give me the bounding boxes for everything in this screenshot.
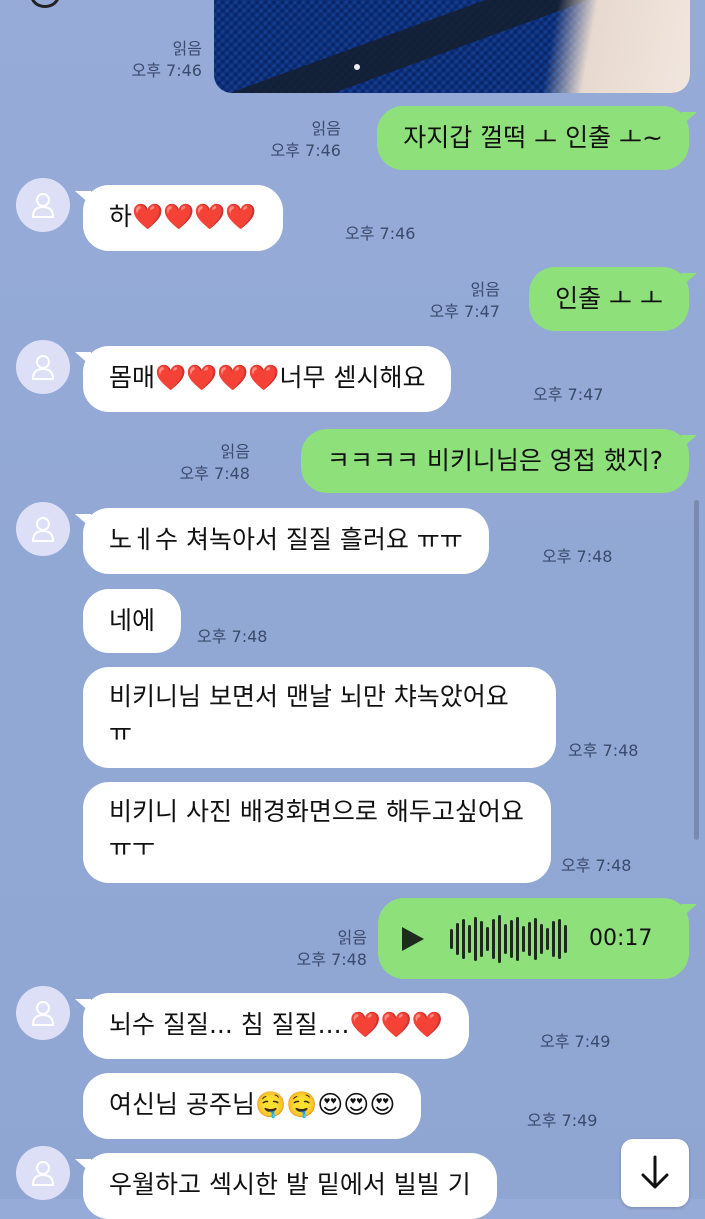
waveform-bar xyxy=(534,917,537,960)
waveform-bar xyxy=(522,925,525,952)
play-icon[interactable] xyxy=(402,926,424,951)
waveform-bar xyxy=(528,921,531,956)
scroll-to-bottom-button[interactable] xyxy=(621,1139,689,1207)
message-bubble-contact[interactable]: 여신님 공주님🤤🤤😍😍😍 xyxy=(83,1073,422,1139)
message-bubble-contact[interactable]: 네에 xyxy=(83,589,182,653)
waveform-bar xyxy=(480,920,483,957)
message-bubble-contact[interactable]: 노ㅔ수 쳐녹아서 질질 흘러요 ㅠㅠ xyxy=(75,508,489,574)
read-receipt: 읽음 xyxy=(470,280,500,299)
message-bubble-contact[interactable]: 하❤️❤️❤️❤️ xyxy=(75,185,283,251)
message-text: 여신님 공주님🤤🤤😍😍😍 xyxy=(109,1090,396,1119)
message-time: 오후 7:48 xyxy=(197,627,268,646)
waveform-bar xyxy=(462,918,465,959)
waveform-bar xyxy=(450,928,453,949)
message-text: 비키니 사진 배경화면으로 해두고싶어요 ㅠㅜ xyxy=(109,797,524,862)
message-text: 비키니님 보면서 맨날 뇌만 챠녹았어요 ㅠ xyxy=(109,682,509,747)
message-time: 오후 7:49 xyxy=(540,1032,611,1051)
person-icon xyxy=(31,193,55,218)
message-meta: 읽음 오후 7:47 xyxy=(430,279,500,323)
back-icon[interactable] xyxy=(30,0,60,8)
message-meta: 읽음 오후 7:46 xyxy=(271,118,341,162)
message-time: 오후 7:48 xyxy=(561,856,632,875)
person-icon xyxy=(31,1001,55,1026)
message-text: 뇌수 질질... 침 질질....❤️❤️❤️ xyxy=(109,1010,443,1039)
read-receipt: 읽음 xyxy=(311,119,341,138)
message-time: 오후 7:47 xyxy=(533,385,604,404)
person-icon xyxy=(31,1161,55,1186)
message-time: 오후 7:46 xyxy=(270,141,341,160)
message-meta: 읽음 오후 7:48 xyxy=(180,441,250,485)
message-time: 오후 7:46 xyxy=(345,224,416,243)
message-bubble-contact[interactable]: 비키니 사진 배경화면으로 해두고싶어요 ㅠㅜ xyxy=(83,782,551,883)
contact-avatar[interactable] xyxy=(16,986,70,1040)
waveform-bar xyxy=(510,919,513,958)
waveform-bar xyxy=(492,918,495,959)
message-time: 오후 7:48 xyxy=(568,741,639,760)
message-bubble-mine[interactable]: ㅋㅋㅋㅋ 비키니님은 영접 했지? xyxy=(300,429,698,493)
message-text: 노ㅔ수 쳐녹아서 질질 흘러요 ㅠㅠ xyxy=(109,525,463,554)
message-time: 오후 7:48 xyxy=(296,950,367,969)
message-text: 네에 xyxy=(109,606,156,635)
message-meta: 읽음 오후 7:48 xyxy=(297,927,367,971)
waveform-bar xyxy=(468,924,471,953)
photo-highlight xyxy=(354,64,360,70)
message-text: 몸매❤️❤️❤️❤️너무 섿시해요 xyxy=(109,363,426,392)
waveform-bar xyxy=(456,922,459,955)
read-receipt: 읽음 xyxy=(220,442,250,461)
voice-duration: 00:17 xyxy=(589,925,653,951)
waveform-bar xyxy=(486,926,489,951)
scrollbar[interactable] xyxy=(694,500,699,840)
message-time: 오후 7:47 xyxy=(429,302,500,321)
message-bubble-contact[interactable]: 비키니님 보면서 맨날 뇌만 챠녹았어요 ㅠ xyxy=(83,667,556,768)
waveform-bar xyxy=(558,918,561,959)
photo-skin-area xyxy=(510,0,690,93)
message-bubble-mine[interactable]: 인출 ㅗ ㅗ xyxy=(529,267,697,331)
contact-avatar[interactable] xyxy=(16,1146,70,1200)
waveform-bar xyxy=(474,916,477,961)
waveform-bar xyxy=(546,927,549,950)
contact-avatar[interactable] xyxy=(16,502,70,556)
waveform-bar xyxy=(516,916,519,961)
person-icon xyxy=(31,355,55,380)
message-bubble-mine[interactable]: 자지갑 껄떡 ㅗ 인출 ㅗ~ xyxy=(377,106,697,170)
arrow-down-icon xyxy=(641,1155,669,1189)
message-time: 오후 7:48 xyxy=(179,464,250,483)
message-time: 오후 7:49 xyxy=(527,1111,598,1130)
contact-avatar[interactable] xyxy=(16,178,70,232)
waveform-icon xyxy=(450,914,567,963)
message-time: 오후 7:46 xyxy=(131,61,202,80)
message-bubble-contact[interactable]: 뇌수 질질... 침 질질....❤️❤️❤️ xyxy=(75,993,469,1059)
waveform-bar xyxy=(552,920,555,957)
photo-meta: 읽음 오후 7:46 xyxy=(132,38,202,82)
read-receipt: 읽음 xyxy=(172,39,202,58)
person-icon xyxy=(31,517,55,542)
photo-message[interactable] xyxy=(214,0,690,93)
contact-avatar[interactable] xyxy=(16,340,70,394)
message-text: 우월하고 섹시한 발 밑에서 빌빌 기 xyxy=(109,1170,471,1199)
waveform-bar xyxy=(504,923,507,954)
waveform-bar xyxy=(498,914,501,963)
message-bubble-contact[interactable]: 몸매❤️❤️❤️❤️너무 섿시해요 xyxy=(74,346,452,412)
read-receipt: 읽음 xyxy=(337,928,367,947)
message-text: 하❤️❤️❤️❤️ xyxy=(109,202,257,231)
message-time: 오후 7:48 xyxy=(542,547,613,566)
waveform-bar xyxy=(564,924,567,953)
waveform-bar xyxy=(540,923,543,954)
message-bubble-contact[interactable]: 우월하고 섹시한 발 밑에서 빌빌 기 xyxy=(75,1153,497,1219)
voice-message[interactable]: 00:17 xyxy=(378,898,697,979)
